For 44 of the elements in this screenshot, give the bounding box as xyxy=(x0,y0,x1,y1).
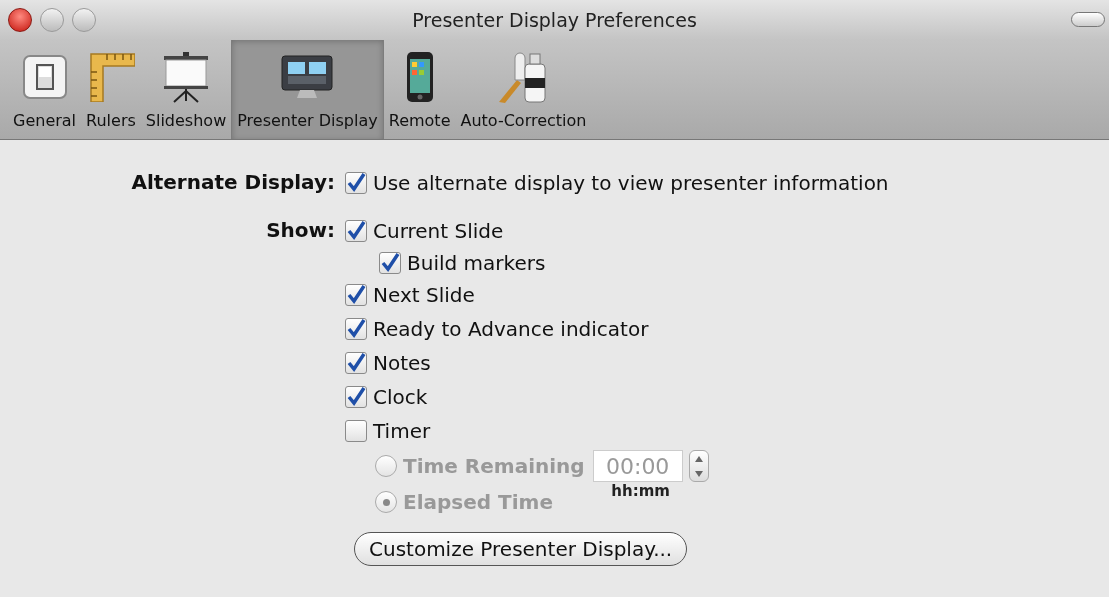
checkbox[interactable] xyxy=(345,220,367,242)
checkmark-icon xyxy=(346,353,366,373)
checkbox-label: Use alternate display to view presenter information xyxy=(373,170,889,197)
checkbox[interactable] xyxy=(379,252,401,274)
checkbox-label: Ready to Advance indicator xyxy=(373,316,649,343)
toolbar-toggle-button[interactable] xyxy=(1071,12,1105,27)
radio-label: Elapsed Time xyxy=(403,489,553,516)
window-title: Presenter Display Preferences xyxy=(411,7,698,33)
section-label: Alternate Display: xyxy=(130,169,336,196)
customize-button[interactable]: Customize Presenter Display... xyxy=(354,532,688,566)
checkmark-icon xyxy=(346,387,366,407)
checkbox[interactable] xyxy=(345,420,367,442)
toolbar-tab[interactable]: Remote xyxy=(383,39,456,139)
checkmark-icon xyxy=(346,319,366,339)
toolbar-tab[interactable]: General xyxy=(8,39,82,139)
projector-screen-icon xyxy=(161,51,211,103)
monitor-icon xyxy=(280,54,335,100)
checkbox-label: Current Slide xyxy=(373,218,504,245)
checkbox-label: Build markers xyxy=(407,250,546,277)
section-label: Show: xyxy=(265,217,336,244)
checkbox[interactable] xyxy=(345,386,367,408)
checkmark-icon xyxy=(346,221,366,241)
checkmark-icon xyxy=(346,173,366,193)
checkbox-label: Timer xyxy=(373,418,431,445)
checkmark-icon xyxy=(346,285,366,305)
checkbox[interactable] xyxy=(345,352,367,374)
time-format-hint: hh:mm xyxy=(611,481,671,502)
toolbar-tab[interactable]: Slideshow xyxy=(140,39,232,139)
close-button[interactable] xyxy=(8,8,32,32)
toolbar-tab[interactable]: Auto-Correction xyxy=(455,39,592,139)
toolbar-tab[interactable]: Rulers xyxy=(81,39,141,139)
checkbox[interactable] xyxy=(345,318,367,340)
switch-icon xyxy=(21,54,68,100)
up-arrow-icon xyxy=(694,455,703,462)
checkmark-icon xyxy=(380,253,400,273)
phone-icon xyxy=(405,51,434,103)
checkbox[interactable] xyxy=(345,284,367,306)
checkbox-label: Notes xyxy=(373,350,431,377)
checkbox-label: Clock xyxy=(373,384,428,411)
toolbar-tab[interactable]: Presenter Display xyxy=(231,39,384,139)
down-arrow-icon xyxy=(694,470,703,477)
checkbox-label: Next Slide xyxy=(373,282,475,309)
checkbox[interactable] xyxy=(345,172,367,194)
radio-label: Time Remaining xyxy=(403,453,585,480)
